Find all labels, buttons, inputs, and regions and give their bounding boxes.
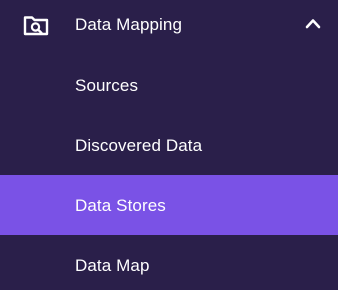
nav-item-label: Data Map <box>75 256 150 275</box>
nav-item-label: Discovered Data <box>75 136 203 155</box>
nav-submenu: Sources Discovered Data Data Stores Data… <box>0 55 338 290</box>
chevron-up-icon[interactable] <box>304 16 322 30</box>
nav-item-label: Data Stores <box>75 196 166 215</box>
folder-search-icon <box>22 13 50 37</box>
nav-item-sources[interactable]: Sources <box>0 55 338 115</box>
nav-item-discovered-data[interactable]: Discovered Data <box>0 115 338 175</box>
nav-item-label: Sources <box>75 76 139 95</box>
nav-item-data-map[interactable]: Data Map <box>0 235 338 290</box>
nav-section-data-mapping[interactable]: Data Mapping <box>0 0 338 52</box>
nav-section-label: Data Mapping <box>75 15 183 34</box>
sidebar-nav: Data Mapping Sources Discovered Data Dat… <box>0 0 338 290</box>
nav-item-data-stores[interactable]: Data Stores <box>0 175 338 235</box>
